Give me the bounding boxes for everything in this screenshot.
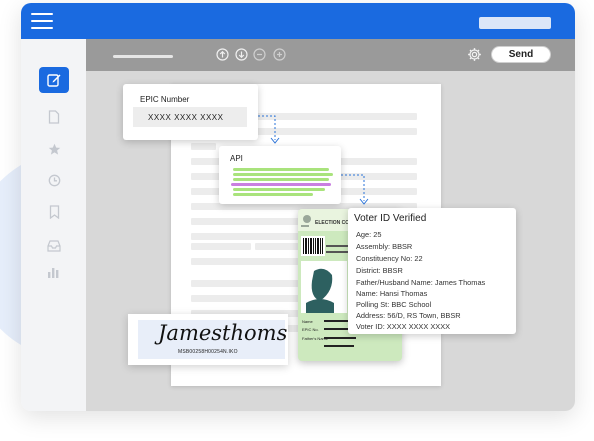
detail-assembly: Assembly: BBSR (356, 242, 413, 251)
api-label: API (230, 154, 243, 163)
detail-address: Address: 56/D, RS Town, BBSR (356, 311, 461, 320)
detail-voter-id: Voter ID: XXXX XXXX XXXX (356, 322, 451, 331)
verified-title: Voter ID Verified (354, 213, 427, 224)
api-card: API (219, 146, 341, 204)
detail-polling-station: Polling St: BBC School (356, 300, 432, 309)
api-highlight-line (233, 173, 333, 176)
voter-id-verified-card: Voter ID Verified Age: 25 Assembly: BBSR… (348, 208, 516, 334)
signature-box: Jamesthoms MSB00258H00254N.IKO (138, 320, 288, 359)
id-card-epic-label: EPIC No. (302, 327, 319, 332)
epic-number-label: EPIC Number (140, 95, 190, 104)
epic-number-field[interactable]: XXXX XXXX XXXX (133, 107, 247, 127)
signature-text: Jamesthoms (158, 321, 288, 345)
epic-number-card: EPIC Number XXXX XXXX XXXX (123, 84, 258, 140)
signature-code: MSB00258H00254N.IKO (178, 349, 238, 355)
id-card-name-label: Name (302, 319, 313, 324)
signature-card: Jamesthoms MSB00258H00254N.IKO (128, 314, 288, 365)
detail-constituency: Constituency No: 22 (356, 254, 423, 263)
api-highlight-line (233, 178, 329, 181)
detail-name: Name: Hansi Thomas (356, 289, 428, 298)
api-highlight-line (233, 188, 325, 191)
detail-father-name: Father/Husband Name: James Thomas (356, 278, 486, 287)
api-highlight-line (233, 168, 329, 171)
detail-age: Age: 25 (356, 230, 382, 239)
stage: Send EPIC Number XXXX XXXX XXXX API ELEC… (0, 0, 594, 441)
api-highlight-line (231, 183, 331, 186)
api-highlight-line (233, 193, 313, 196)
detail-district: District: BBSR (356, 266, 403, 275)
